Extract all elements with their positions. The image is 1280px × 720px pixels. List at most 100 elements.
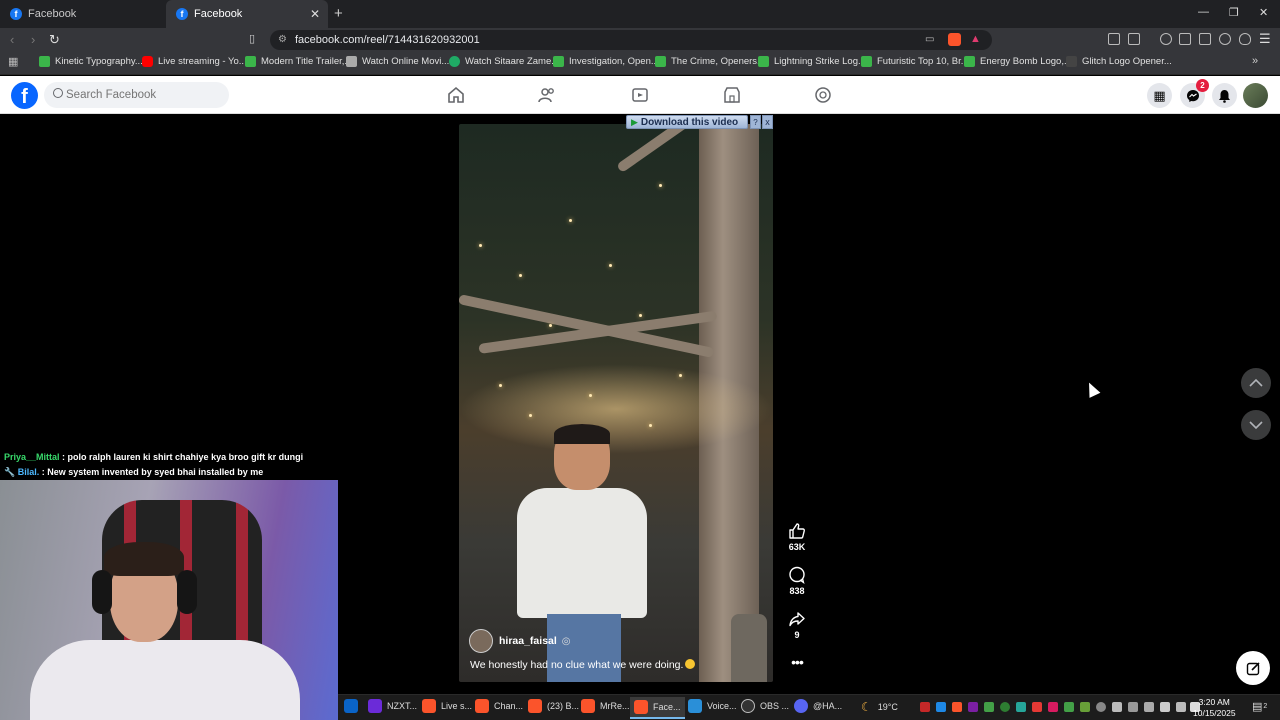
tray-app-icon[interactable] bbox=[1016, 702, 1026, 712]
media-icon[interactable] bbox=[1160, 33, 1172, 45]
more-options-icon[interactable]: ••• bbox=[784, 654, 810, 670]
create-post-button[interactable] bbox=[1236, 651, 1270, 685]
menu-icon[interactable]: ☰ bbox=[1259, 31, 1271, 47]
creator-avatar[interactable] bbox=[469, 629, 493, 653]
video-icon[interactable] bbox=[631, 86, 649, 104]
brave-shields-icon[interactable] bbox=[948, 33, 961, 46]
tray-app-icon[interactable] bbox=[1080, 702, 1090, 712]
gaming-icon[interactable] bbox=[814, 86, 832, 104]
tray-app-icon[interactable] bbox=[984, 702, 994, 712]
light-bulb bbox=[609, 264, 612, 267]
taskbar-clock[interactable]: 3:20 AM 10/15/2025 bbox=[1193, 697, 1236, 719]
bookmark-item[interactable]: Investigation, Open... bbox=[553, 56, 659, 67]
tray-app-icon[interactable] bbox=[1064, 702, 1074, 712]
taskbar-item-active[interactable]: Face... bbox=[630, 697, 685, 719]
chat-message: 🔧 Bilal. : New system invented by syed b… bbox=[4, 467, 264, 477]
bookmark-item[interactable]: Glitch Logo Opener... bbox=[1066, 56, 1172, 67]
restore-icon[interactable]: ❐ bbox=[1229, 6, 1239, 19]
like-button[interactable]: 63K bbox=[784, 522, 810, 552]
comment-button[interactable]: 838 bbox=[784, 566, 810, 596]
bookmark-item[interactable]: Energy Bomb Logo,... bbox=[964, 56, 1072, 67]
reload-icon[interactable]: ↻ bbox=[49, 32, 60, 48]
back-icon[interactable]: ‹ bbox=[10, 32, 14, 47]
wallet-icon[interactable] bbox=[1199, 33, 1211, 45]
bookmark-item[interactable]: The Crime, Openers... bbox=[655, 56, 765, 67]
bookmark-icon[interactable]: ▯ bbox=[249, 32, 255, 45]
close-tab-icon[interactable]: ✕ bbox=[310, 7, 320, 21]
apps-grid-icon[interactable]: ▦ bbox=[8, 55, 18, 68]
site-info-icon[interactable]: ⚙ bbox=[278, 34, 287, 45]
tray-app-icon[interactable] bbox=[1048, 702, 1058, 712]
leo-ai-icon[interactable] bbox=[1219, 33, 1231, 45]
reel-creator[interactable]: hiraa_faisal ◎ bbox=[469, 629, 571, 653]
browser-tab-facebook-1[interactable]: f Facebook bbox=[0, 0, 166, 28]
notifications-button[interactable] bbox=[1212, 83, 1237, 108]
sidebar-icon[interactable] bbox=[1179, 33, 1191, 45]
taskbar-item[interactable]: Live s... bbox=[422, 699, 472, 713]
tray-app-icon[interactable] bbox=[1000, 702, 1010, 712]
bookmark-item[interactable]: Live streaming - Yo... bbox=[142, 56, 247, 67]
facebook-search[interactable] bbox=[44, 82, 229, 108]
bookmark-item[interactable]: Watch Online Movi... bbox=[346, 56, 449, 67]
facebook-logo-icon[interactable]: f bbox=[11, 82, 38, 109]
cast-icon[interactable]: ▭ bbox=[925, 34, 934, 45]
bookmark-item[interactable]: Futuristic Top 10, Br... bbox=[861, 56, 969, 67]
more-bookmarks-icon[interactable]: » bbox=[1252, 55, 1258, 67]
tray-app-icon[interactable] bbox=[1128, 702, 1138, 712]
taskbar-item[interactable]: NZXT... bbox=[368, 699, 417, 713]
audio-icon[interactable]: ◎ bbox=[562, 636, 571, 647]
home-icon[interactable] bbox=[447, 86, 465, 104]
tray-app-icon[interactable] bbox=[1032, 702, 1042, 712]
tray-app-icon[interactable] bbox=[936, 702, 946, 712]
download-video-button[interactable]: ▶ Download this video bbox=[626, 115, 748, 129]
close-window-icon[interactable]: ✕ bbox=[1259, 6, 1268, 19]
onenote-tray-icon[interactable] bbox=[968, 702, 978, 712]
new-tab-button[interactable]: + bbox=[334, 5, 343, 22]
friends-icon[interactable] bbox=[538, 86, 556, 104]
outlook-taskbar-icon[interactable] bbox=[344, 699, 363, 713]
creator-name[interactable]: hiraa_faisal bbox=[499, 635, 557, 647]
taskbar-item[interactable]: Voice... bbox=[688, 699, 737, 713]
tray-app-icon[interactable] bbox=[952, 702, 962, 712]
bookmark-item[interactable]: Kinetic Typography... bbox=[39, 56, 143, 67]
taskbar-item[interactable]: MrRe... bbox=[581, 699, 630, 713]
account-avatar[interactable] bbox=[1243, 83, 1268, 108]
download-close-button[interactable]: x bbox=[762, 115, 773, 129]
microphone-icon[interactable] bbox=[1160, 702, 1170, 712]
facebook-header: f ▦ 2 bbox=[0, 76, 1280, 114]
next-reel-button[interactable] bbox=[1241, 410, 1271, 440]
search-input[interactable] bbox=[66, 87, 216, 103]
taskbar-item[interactable]: (23) B... bbox=[528, 699, 579, 713]
taskbar-item[interactable]: @HA... bbox=[794, 699, 842, 713]
vpn-icon[interactable] bbox=[1239, 33, 1251, 45]
browser-tab-facebook-2[interactable]: f Facebook ✕ bbox=[166, 0, 328, 28]
forward-icon[interactable]: › bbox=[31, 32, 35, 47]
light-bulb bbox=[639, 314, 642, 317]
extensions-icon[interactable] bbox=[1108, 33, 1120, 45]
previous-reel-button[interactable] bbox=[1241, 368, 1271, 398]
tray-app-icon[interactable] bbox=[1112, 702, 1122, 712]
address-bar[interactable]: ⚙ facebook.com/reel/714431620932001 ▭ ▲ bbox=[270, 30, 992, 50]
network-icon[interactable] bbox=[1176, 702, 1186, 712]
brave-icon bbox=[581, 699, 595, 713]
menu-grid-button[interactable]: ▦ bbox=[1147, 83, 1172, 108]
taskbar-item[interactable]: OBS ... bbox=[741, 699, 789, 713]
screenshot-icon[interactable] bbox=[1128, 33, 1140, 45]
tray-app-icon[interactable] bbox=[1144, 702, 1154, 712]
share-count: 9 bbox=[794, 630, 800, 640]
chevron-down-icon bbox=[1249, 421, 1263, 430]
brave-rewards-icon[interactable]: ▲ bbox=[970, 33, 981, 45]
download-help-button[interactable]: ? bbox=[750, 115, 761, 129]
tray-app-icon[interactable] bbox=[1096, 702, 1106, 712]
bookmark-item[interactable]: Watch Sitaare Zame... bbox=[449, 56, 559, 67]
taskbar-item[interactable]: Chan... bbox=[475, 699, 523, 713]
marketplace-icon[interactable] bbox=[723, 86, 741, 104]
bookmark-item[interactable]: Modern Title Trailer,... bbox=[245, 56, 352, 67]
notification-center-button[interactable]: ▤ 2 bbox=[1252, 700, 1267, 713]
minimize-icon[interactable]: — bbox=[1198, 6, 1209, 18]
weather-widget[interactable]: ☾ 19°C bbox=[861, 700, 898, 714]
share-button[interactable]: 9 bbox=[784, 610, 810, 640]
bookmark-item[interactable]: Lightning Strike Log... bbox=[758, 56, 866, 67]
reel-video[interactable]: hiraa_faisal ◎ We honestly had no clue w… bbox=[459, 124, 773, 682]
tray-app-icon[interactable] bbox=[920, 702, 930, 712]
